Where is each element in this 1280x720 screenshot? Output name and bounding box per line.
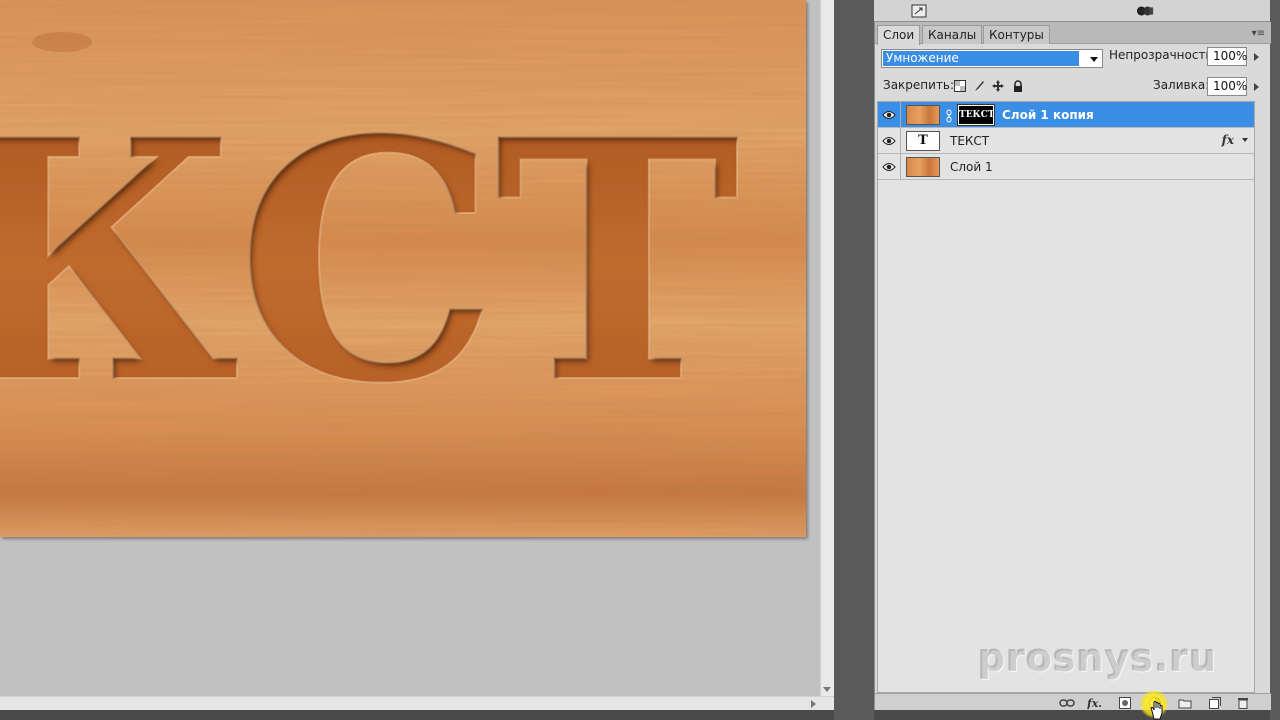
tab-layers[interactable]: Слои bbox=[877, 25, 921, 45]
link-chain-icon[interactable] bbox=[944, 108, 954, 123]
new-group-icon[interactable] bbox=[1177, 696, 1193, 710]
photoshop-window: КСТ Слои Каналы Контуры ▾≡ Умножение Неп… bbox=[0, 0, 1280, 720]
visibility-separator bbox=[900, 154, 901, 180]
horizontal-scrollbar[interactable] bbox=[0, 696, 834, 710]
layer-thumbnail[interactable] bbox=[906, 105, 940, 125]
fill-input[interactable]: 100% bbox=[1207, 77, 1247, 96]
layer-row-text[interactable]: T ТЕКСТ fx bbox=[878, 128, 1254, 154]
new-layer-icon[interactable] bbox=[1207, 696, 1223, 710]
wood-texture-image: КСТ bbox=[0, 0, 806, 537]
panel-dock-divider bbox=[834, 0, 874, 720]
visibility-separator bbox=[900, 128, 901, 154]
fill-label: Заливка: bbox=[1153, 78, 1210, 92]
scroll-right-icon[interactable] bbox=[811, 700, 816, 708]
status-strip bbox=[0, 710, 1280, 720]
opacity-input[interactable]: 100% bbox=[1207, 47, 1247, 66]
vertical-scrollbar[interactable] bbox=[820, 0, 834, 696]
visibility-separator bbox=[900, 102, 901, 128]
blend-mode-value: Умножение bbox=[883, 51, 1079, 66]
layer-style-icon[interactable]: fx bbox=[1087, 696, 1103, 710]
opacity-label: Непрозрачность: bbox=[1109, 48, 1217, 62]
layers-panel-toolbar: fx bbox=[875, 693, 1271, 710]
add-mask-icon[interactable] bbox=[1117, 696, 1133, 710]
eye-icon[interactable] bbox=[881, 159, 897, 175]
layer-name[interactable]: ТЕКСТ bbox=[950, 134, 989, 148]
scroll-down-icon[interactable] bbox=[823, 687, 831, 692]
panel-tabs: Слои Каналы Контуры ▾≡ bbox=[875, 22, 1271, 45]
hand-cursor-icon bbox=[1149, 700, 1165, 720]
tab-paths[interactable]: Контуры bbox=[983, 25, 1050, 44]
window-right-edge bbox=[1270, 0, 1280, 720]
layers-panel: Слои Каналы Контуры ▾≡ Умножение Непрозр… bbox=[874, 22, 1271, 710]
layer-row-copy[interactable]: ТЕКСТ Слой 1 копия bbox=[878, 102, 1254, 128]
panel-dock-header bbox=[874, 0, 1270, 22]
layer-thumbnail[interactable] bbox=[906, 157, 940, 177]
lock-label: Закрепить: bbox=[883, 78, 955, 92]
fx-icon[interactable]: fx bbox=[1222, 133, 1234, 147]
fill-slider-icon[interactable] bbox=[1249, 77, 1263, 96]
lock-move-icon[interactable] bbox=[991, 79, 1005, 93]
panel-menu-icon[interactable]: ▾≡ bbox=[1252, 28, 1265, 39]
navigator-icon[interactable] bbox=[910, 3, 928, 19]
eye-icon[interactable] bbox=[881, 133, 897, 149]
lock-brush-icon[interactable] bbox=[972, 79, 986, 93]
carved-text-glyphs: КСТ bbox=[0, 68, 737, 456]
tab-channels[interactable]: Каналы bbox=[922, 25, 983, 44]
layer-row-base[interactable]: Слой 1 bbox=[878, 154, 1254, 180]
carved-text: КСТ bbox=[0, 67, 742, 457]
actions-icon[interactable] bbox=[1136, 3, 1154, 19]
delete-layer-icon[interactable] bbox=[1235, 696, 1251, 710]
text-layer-thumbnail[interactable]: T bbox=[906, 131, 940, 151]
layer-name[interactable]: Слой 1 копия bbox=[1002, 108, 1094, 122]
chevron-down-icon bbox=[1090, 57, 1098, 62]
blend-mode-select[interactable]: Умножение bbox=[881, 49, 1103, 68]
layers-list: ТЕКСТ Слой 1 копия T ТЕКСТ fx Слой 1 bbox=[877, 101, 1255, 693]
expand-effects-icon[interactable] bbox=[1242, 138, 1248, 142]
lock-all-icon[interactable] bbox=[1011, 79, 1025, 93]
eye-icon[interactable] bbox=[881, 107, 897, 123]
document-canvas-area[interactable]: КСТ bbox=[0, 0, 820, 696]
opacity-slider-icon[interactable] bbox=[1249, 47, 1263, 66]
link-layers-icon[interactable] bbox=[1059, 696, 1075, 710]
watermark: prosnys.ru bbox=[978, 636, 1218, 680]
layer-name[interactable]: Слой 1 bbox=[950, 160, 993, 174]
lock-transparency-icon[interactable] bbox=[953, 79, 967, 93]
wood-document[interactable]: КСТ bbox=[0, 0, 806, 537]
layer-mask-thumbnail[interactable]: ТЕКСТ bbox=[957, 104, 995, 126]
svg-text:fx: fx bbox=[1087, 697, 1099, 709]
